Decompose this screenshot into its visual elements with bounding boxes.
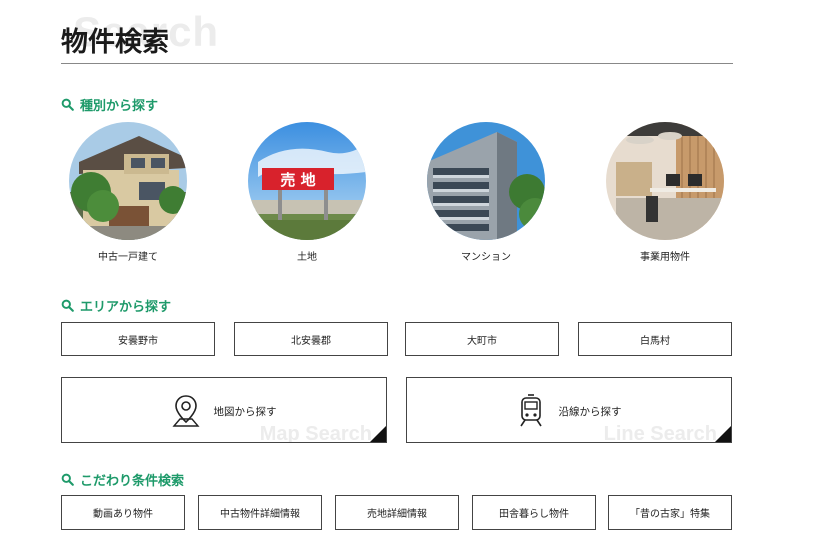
section-heading-area: エリアから探す bbox=[61, 296, 171, 315]
type-label: 事業用物件 bbox=[640, 252, 690, 263]
map-search-label: 地図から探す bbox=[213, 405, 277, 418]
land-sign-photo: 売 地 bbox=[248, 122, 366, 240]
section-heading-condition: こだわり条件検索 bbox=[61, 470, 184, 489]
train-icon bbox=[519, 394, 542, 427]
type-item-apartment[interactable]: マンション bbox=[427, 122, 545, 263]
office-photo bbox=[606, 122, 724, 240]
map-pin-icon bbox=[171, 395, 200, 427]
type-item-used-house[interactable]: 中古一戸建て bbox=[69, 122, 187, 263]
type-label: 土地 bbox=[297, 252, 317, 263]
search-icon bbox=[61, 98, 74, 111]
area-button-azumino[interactable]: 安曇野市 bbox=[61, 322, 215, 356]
line-search-label: 沿線から探す bbox=[558, 405, 622, 418]
type-item-land[interactable]: 売 地 土地 bbox=[248, 122, 366, 263]
section-heading-type: 種別から探す bbox=[61, 95, 158, 114]
apartment-photo bbox=[427, 122, 545, 240]
house-photo bbox=[69, 122, 187, 240]
condition-button-old-house[interactable]: 「昔の古家」特集 bbox=[608, 495, 732, 530]
area-button-kitaazumi[interactable]: 北安曇郡 bbox=[234, 322, 388, 356]
page-header: Search 物件検索 bbox=[61, 8, 733, 64]
condition-button-land-details[interactable]: 売地詳細情報 bbox=[335, 495, 459, 530]
section-heading-label: こだわり条件検索 bbox=[80, 474, 185, 489]
corner-triangle bbox=[370, 426, 386, 442]
condition-button-video[interactable]: 動画あり物件 bbox=[61, 495, 185, 530]
map-search-button[interactable]: Map Search 地図から探す bbox=[61, 377, 387, 443]
condition-button-countryside[interactable]: 田舎暮らし物件 bbox=[472, 495, 596, 530]
area-button-hakuba[interactable]: 白馬村 bbox=[578, 322, 732, 356]
type-label: 中古一戸建て bbox=[98, 252, 158, 263]
section-heading-label: エリアから探す bbox=[80, 300, 172, 315]
page-title: 物件検索 bbox=[61, 27, 169, 58]
area-button-omachi[interactable]: 大町市 bbox=[405, 322, 559, 356]
search-icon bbox=[61, 299, 74, 312]
svg-text:売 地: 売 地 bbox=[280, 171, 315, 189]
line-search-button[interactable]: Line Search 沿線から探す bbox=[406, 377, 732, 443]
type-label: マンション bbox=[461, 252, 511, 263]
section-heading-label: 種別から探す bbox=[80, 99, 159, 114]
search-icon bbox=[61, 473, 74, 486]
condition-button-used-details[interactable]: 中古物件詳細情報 bbox=[198, 495, 322, 530]
type-item-business[interactable]: 事業用物件 bbox=[606, 122, 724, 263]
corner-triangle bbox=[715, 426, 731, 442]
